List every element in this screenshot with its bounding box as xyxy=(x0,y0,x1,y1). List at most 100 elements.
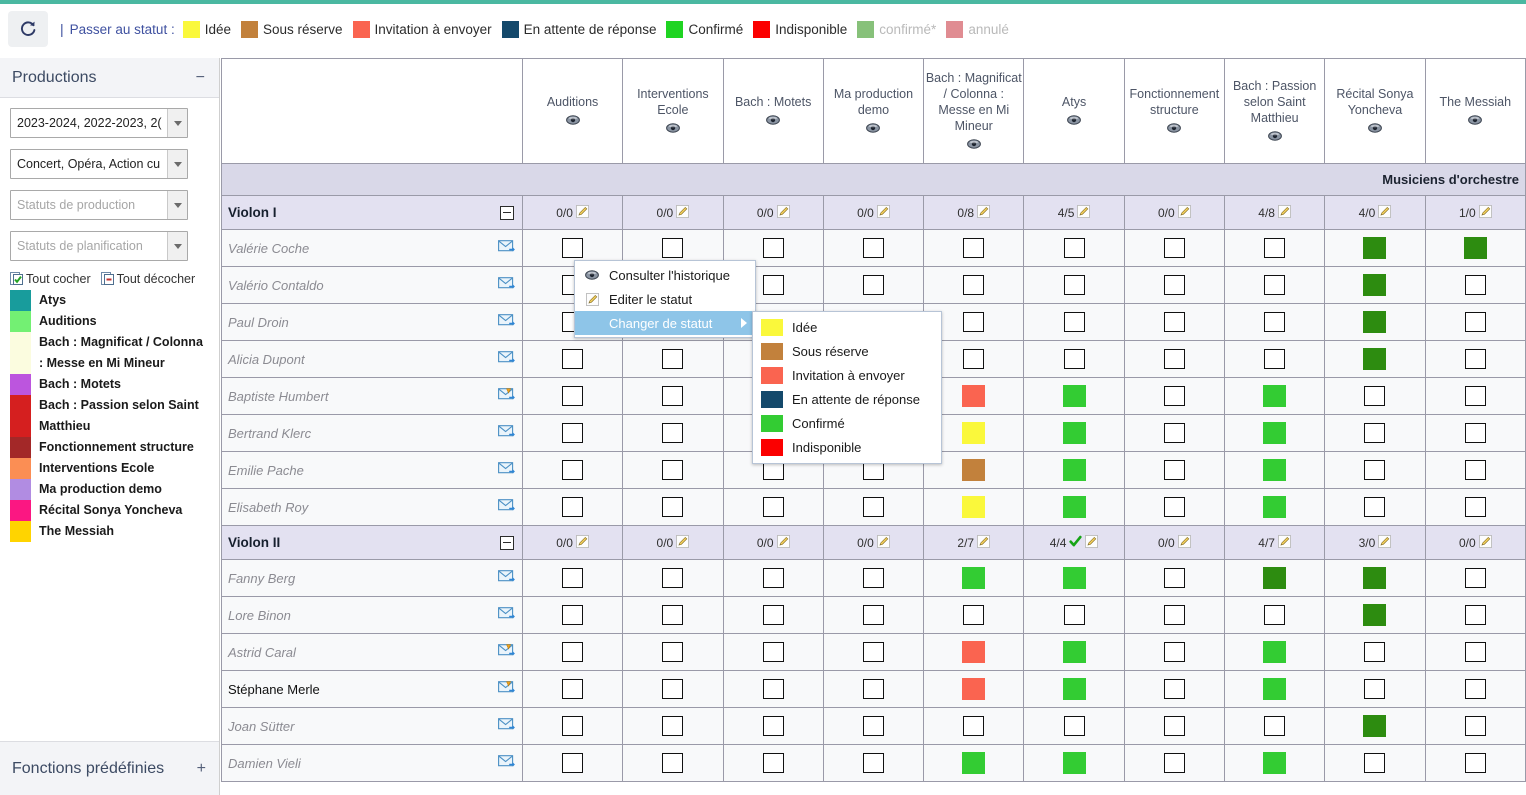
planning-cell[interactable] xyxy=(1123,229,1226,267)
person-name-cell[interactable]: Stéphane Merle xyxy=(221,670,523,708)
planning-cell[interactable] xyxy=(622,559,724,597)
column-header-production[interactable]: Interventions Ecole xyxy=(622,58,724,164)
planning-cell[interactable] xyxy=(1123,303,1226,341)
person-name-cell[interactable]: Valérie Coche xyxy=(221,229,523,267)
mail-icon[interactable] xyxy=(497,462,515,479)
column-visibility-eye-icon[interactable] xyxy=(1024,113,1123,129)
planning-cell[interactable] xyxy=(521,596,624,634)
planning-cell[interactable] xyxy=(1223,340,1326,378)
empty-status-checkbox[interactable] xyxy=(963,349,985,369)
seasons-select[interactable]: 2023-2024, 2022-2023, 2( xyxy=(10,108,188,138)
empty-status-checkbox[interactable] xyxy=(1163,312,1185,332)
status-swatch[interactable] xyxy=(1062,678,1086,700)
empty-status-checkbox[interactable] xyxy=(562,349,584,369)
empty-status-checkbox[interactable] xyxy=(562,423,584,443)
empty-status-checkbox[interactable] xyxy=(762,642,784,662)
planning-cell[interactable] xyxy=(1223,303,1326,341)
planning-cell[interactable] xyxy=(1023,559,1125,597)
section-count-cell[interactable]: 0/0 xyxy=(521,195,624,230)
planning-cell[interactable] xyxy=(1023,670,1125,708)
person-name-cell[interactable]: Astrid Caral xyxy=(221,633,523,671)
section-count-edit-icon[interactable] xyxy=(776,204,790,221)
empty-status-checkbox[interactable] xyxy=(662,460,684,480)
status-swatch[interactable] xyxy=(962,385,986,407)
empty-status-checkbox[interactable] xyxy=(762,275,784,295)
column-visibility-eye-icon[interactable] xyxy=(1325,121,1424,137)
empty-status-checkbox[interactable] xyxy=(1364,386,1386,406)
chevron-down-icon[interactable] xyxy=(167,109,187,137)
planning-cell[interactable] xyxy=(722,596,824,634)
production-status-select[interactable]: Statuts de production xyxy=(10,190,188,220)
empty-status-checkbox[interactable] xyxy=(1464,568,1486,588)
planning-cell[interactable] xyxy=(521,744,624,782)
planning-status-select[interactable]: Statuts de planification xyxy=(10,231,188,261)
mail-icon[interactable] xyxy=(497,570,515,587)
planning-cell[interactable] xyxy=(722,707,824,745)
legend-item[interactable]: Indisponible xyxy=(753,20,847,38)
planning-cell[interactable] xyxy=(1324,744,1426,782)
empty-status-checkbox[interactable] xyxy=(1163,386,1185,406)
empty-status-checkbox[interactable] xyxy=(1364,423,1386,443)
status-swatch[interactable] xyxy=(962,496,986,518)
planning-cell[interactable] xyxy=(923,596,1025,634)
person-name-cell[interactable]: Fanny Berg xyxy=(221,559,523,597)
empty-status-checkbox[interactable] xyxy=(1364,460,1386,480)
production-legend-item[interactable]: Ma production demo xyxy=(10,479,209,500)
empty-status-checkbox[interactable] xyxy=(1464,460,1486,480)
mail-icon[interactable] xyxy=(497,607,515,624)
planning-cell[interactable] xyxy=(923,707,1025,745)
empty-status-checkbox[interactable] xyxy=(1464,716,1486,736)
status-swatch[interactable] xyxy=(1363,567,1387,589)
mail-icon[interactable] xyxy=(497,277,515,294)
planning-cell[interactable] xyxy=(923,488,1025,526)
legend-swatch[interactable] xyxy=(352,20,370,38)
planning-cell[interactable] xyxy=(1123,340,1226,378)
production-color-swatch[interactable] xyxy=(10,332,31,374)
empty-status-checkbox[interactable] xyxy=(862,642,884,662)
planning-cell[interactable] xyxy=(1023,266,1125,304)
empty-status-checkbox[interactable] xyxy=(1464,753,1486,773)
planning-cell[interactable] xyxy=(1324,633,1426,671)
column-visibility-eye-icon[interactable] xyxy=(1426,113,1525,129)
planning-cell[interactable] xyxy=(521,707,624,745)
production-legend-item[interactable]: Bach : Passion selon Saint Matthieu xyxy=(10,395,209,437)
section-count-edit-icon[interactable] xyxy=(977,534,991,551)
productions-panel-collapse-toggle[interactable]: − xyxy=(196,69,205,86)
planning-cell[interactable] xyxy=(822,707,925,745)
status-swatch[interactable] xyxy=(1363,715,1387,737)
production-color-swatch[interactable] xyxy=(10,374,31,395)
status-swatch[interactable] xyxy=(1463,237,1487,259)
legend-item[interactable]: En attente de réponse xyxy=(501,20,656,38)
status-swatch[interactable] xyxy=(962,641,986,663)
column-visibility-eye-icon[interactable] xyxy=(623,121,722,137)
section-collapse-toggle[interactable] xyxy=(499,535,514,550)
context-menu-item[interactable]: Changer de statut xyxy=(575,311,755,335)
status-swatch[interactable] xyxy=(1263,459,1287,481)
column-header-production[interactable]: The Messiah xyxy=(1424,58,1526,164)
planning-cell[interactable] xyxy=(1123,596,1226,634)
planning-cell[interactable] xyxy=(1424,377,1526,415)
empty-status-checkbox[interactable] xyxy=(1464,679,1486,699)
empty-status-checkbox[interactable] xyxy=(1163,753,1185,773)
person-name-cell[interactable]: Damien Vieli xyxy=(221,744,523,782)
section-count-edit-icon[interactable] xyxy=(575,534,589,551)
planning-cell[interactable] xyxy=(1324,451,1426,489)
planning-cell[interactable] xyxy=(1424,229,1526,267)
planning-cell[interactable] xyxy=(1324,303,1426,341)
status-swatch[interactable] xyxy=(1263,496,1287,518)
planning-cell[interactable] xyxy=(1023,744,1125,782)
empty-status-checkbox[interactable] xyxy=(1163,238,1185,258)
empty-status-checkbox[interactable] xyxy=(662,679,684,699)
empty-status-checkbox[interactable] xyxy=(862,238,884,258)
legend-swatch[interactable] xyxy=(182,20,200,38)
empty-status-checkbox[interactable] xyxy=(1264,312,1286,332)
planning-cell[interactable] xyxy=(1424,303,1526,341)
empty-status-checkbox[interactable] xyxy=(1464,386,1486,406)
section-count-cell[interactable]: 0/8 xyxy=(923,195,1025,230)
person-name-cell[interactable]: Lore Binon xyxy=(221,596,523,634)
submenu-status-item[interactable]: Indisponible xyxy=(753,435,941,459)
planning-cell[interactable] xyxy=(521,488,624,526)
planning-cell[interactable] xyxy=(822,559,925,597)
planning-cell[interactable] xyxy=(1223,266,1326,304)
planning-cell[interactable] xyxy=(622,670,724,708)
